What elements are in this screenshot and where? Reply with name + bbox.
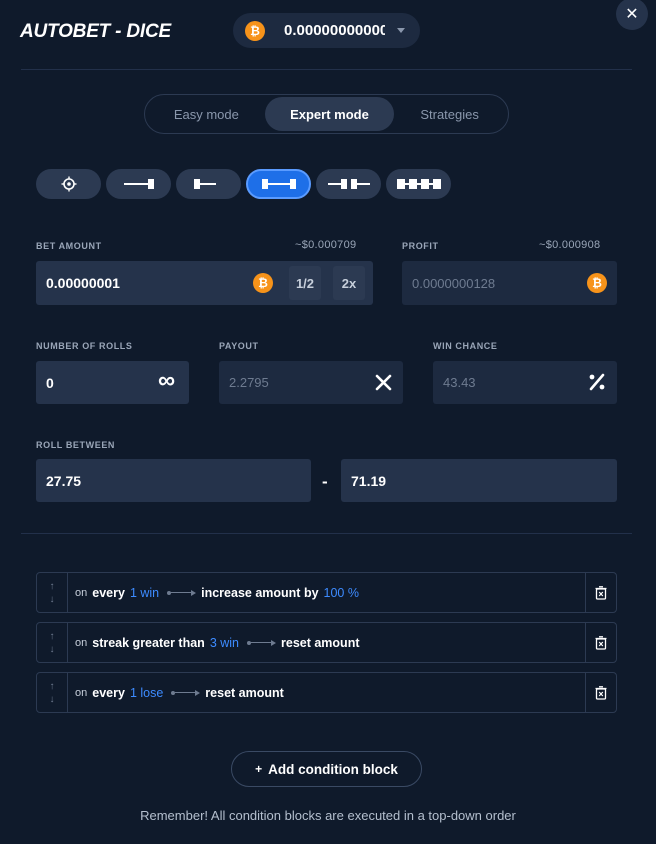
range-right-button[interactable] (106, 169, 171, 199)
bet-amount-input[interactable]: 0.00000001 ₿ 1/2 2x (36, 261, 373, 305)
range-outside-icon (327, 179, 370, 189)
arrow-up-icon[interactable]: ↑ (50, 580, 55, 593)
remember-note: Remember! All condition blocks are execu… (140, 808, 516, 823)
connector-arrow-icon (247, 639, 276, 646)
range-target-button[interactable] (36, 169, 101, 199)
balance-selector[interactable]: ₿ 0.00000000000 (233, 13, 420, 48)
reorder-handle[interactable]: ↑ ↓ (37, 623, 68, 662)
condition-text[interactable]: on every 1 lose reset amount (75, 686, 284, 700)
condition-trigger[interactable]: every (92, 586, 125, 600)
reorder-handle[interactable]: ↑ ↓ (37, 673, 68, 712)
condition-on: on (75, 586, 88, 599)
roll-to-value: 71.19 (351, 472, 387, 489)
double-bet-button[interactable]: 2x (333, 266, 365, 300)
bet-amount-label: BET AMOUNT (36, 241, 102, 251)
infinity-icon[interactable]: ∞ (158, 367, 175, 395)
profit-value: 0.0000000128 (412, 275, 496, 291)
profit-field: 0.0000000128 ₿ (402, 261, 617, 305)
bet-amount-value: 0.00000001 (46, 275, 120, 291)
bitcoin-icon: ₿ (245, 20, 265, 41)
mode-tabs: Easy mode Expert mode Strategies (144, 94, 509, 134)
trash-icon (595, 685, 607, 700)
condition-block: ↑ ↓ on streak greater than 3 win reset a… (36, 622, 617, 663)
page-title: AUTOBET - DICE (20, 21, 171, 42)
range-right-icon (123, 179, 154, 189)
close-icon: ✕ (625, 6, 639, 23)
delete-condition-button[interactable] (585, 573, 616, 612)
add-condition-block-button[interactable]: + Add condition block (231, 751, 422, 787)
range-between-icon (261, 179, 296, 189)
tab-strategies[interactable]: Strategies (394, 97, 505, 131)
condition-count[interactable]: 3 win (210, 636, 239, 650)
delete-condition-button[interactable] (585, 623, 616, 662)
condition-count[interactable]: 1 win (130, 586, 159, 600)
range-double-icon (396, 179, 441, 189)
profit-usd: ~$0.000908 (539, 239, 601, 251)
trash-icon (595, 585, 607, 600)
bitcoin-icon: ₿ (253, 273, 273, 293)
arrow-up-icon[interactable]: ↑ (50, 630, 55, 643)
roll-from-value: 27.75 (46, 472, 82, 489)
arrow-down-icon[interactable]: ↓ (50, 643, 55, 656)
arrow-down-icon[interactable]: ↓ (50, 693, 55, 706)
condition-action[interactable]: reset amount (205, 686, 284, 700)
roll-separator: - (322, 472, 328, 491)
condition-text[interactable]: on every 1 win increase amount by 100 % (75, 586, 364, 600)
delete-condition-button[interactable] (585, 673, 616, 712)
add-condition-block-label: Add condition block (268, 761, 398, 777)
target-icon (61, 176, 76, 192)
plus-icon: + (255, 762, 263, 776)
number-of-rolls-label: NUMBER OF ROLLS (36, 341, 133, 351)
header-divider (21, 69, 632, 70)
payout-value: 2.2795 (229, 375, 269, 390)
condition-action[interactable]: increase amount by (201, 586, 318, 600)
chevron-down-icon (397, 28, 405, 33)
condition-block: ↑ ↓ on every 1 lose reset amount (36, 672, 617, 713)
win-chance-value: 43.43 (443, 375, 476, 390)
tab-easy-mode[interactable]: Easy mode (148, 97, 265, 131)
condition-action[interactable]: reset amount (281, 636, 360, 650)
range-double-button[interactable] (386, 169, 451, 199)
tab-expert-mode[interactable]: Expert mode (264, 97, 395, 131)
payout-field[interactable]: 2.2795 (219, 361, 403, 404)
condition-block: ↑ ↓ on every 1 win increase amount by 10… (36, 572, 617, 613)
trash-icon (595, 635, 607, 650)
payout-label: PAYOUT (219, 341, 259, 351)
condition-count[interactable]: 1 lose (130, 686, 163, 700)
condition-trigger[interactable]: streak greater than (92, 636, 205, 650)
number-of-rolls-value: 0 (46, 374, 54, 391)
multiply-icon (375, 374, 392, 391)
roll-to-input[interactable]: 71.19 (341, 459, 617, 502)
win-chance-field[interactable]: 43.43 (433, 361, 617, 404)
win-chance-label: WIN CHANCE (433, 341, 498, 351)
half-bet-button[interactable]: 1/2 (289, 266, 321, 300)
connector-arrow-icon (167, 589, 197, 596)
reorder-handle[interactable]: ↑ ↓ (37, 573, 68, 612)
section-divider (21, 533, 632, 534)
profit-label: PROFIT (402, 241, 439, 251)
number-of-rolls-input[interactable]: 0 ∞ (36, 361, 189, 404)
condition-amount[interactable]: 100 % (324, 586, 359, 600)
condition-on: on (75, 636, 88, 649)
condition-trigger[interactable]: every (92, 686, 125, 700)
percent-icon (589, 373, 605, 391)
condition-text[interactable]: on streak greater than 3 win reset amoun… (75, 636, 360, 650)
range-outside-button[interactable] (316, 169, 381, 199)
range-left-button[interactable] (176, 169, 241, 199)
arrow-down-icon[interactable]: ↓ (50, 593, 55, 606)
bitcoin-icon: ₿ (587, 273, 607, 293)
arrow-up-icon[interactable]: ↑ (50, 680, 55, 693)
close-button[interactable]: ✕ (616, 0, 648, 30)
balance-value: 0.00000000000 (284, 22, 385, 39)
roll-between-label: ROLL BETWEEN (36, 440, 116, 450)
connector-arrow-icon (171, 689, 201, 696)
range-left-icon (193, 179, 216, 189)
roll-from-input[interactable]: 27.75 (36, 459, 311, 502)
condition-on: on (75, 686, 88, 699)
range-between-button[interactable] (246, 169, 311, 199)
bet-amount-usd: ~$0.000709 (295, 239, 357, 251)
